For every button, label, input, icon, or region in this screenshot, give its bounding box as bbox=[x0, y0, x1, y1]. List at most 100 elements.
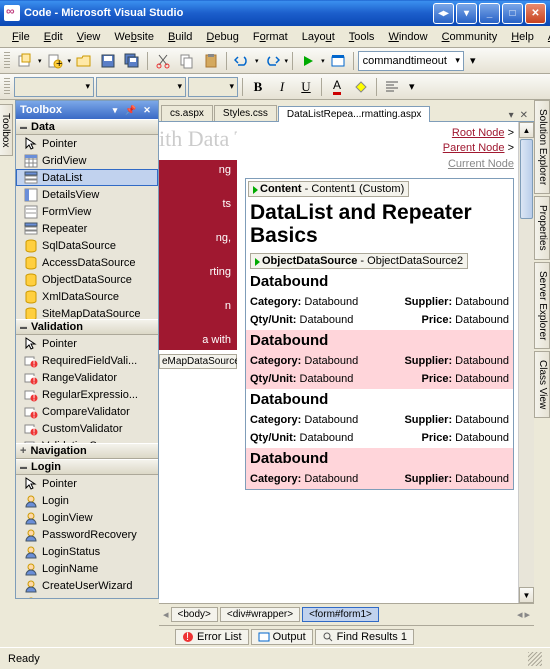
browse-button[interactable] bbox=[327, 50, 349, 72]
doc-tab[interactable]: DataListRepea...rmatting.aspx bbox=[278, 106, 431, 122]
tagnav-item[interactable]: <div#wrapper> bbox=[220, 607, 300, 622]
add-item-button[interactable]: + bbox=[44, 50, 66, 72]
open-button[interactable] bbox=[73, 50, 95, 72]
menu-tools[interactable]: Tools bbox=[343, 29, 381, 45]
toolbox-autohide-tab[interactable]: Toolbox bbox=[0, 104, 13, 156]
bold-button[interactable]: B bbox=[247, 76, 269, 98]
tagnav-scroll-left-icon[interactable]: ◂ bbox=[517, 608, 523, 621]
undo-button[interactable] bbox=[231, 50, 253, 72]
ods-smarttag[interactable]: ObjectDataSource - ObjectDataSource2 bbox=[250, 253, 468, 269]
cut-button[interactable] bbox=[152, 50, 174, 72]
menu-layout[interactable]: Layout bbox=[296, 29, 341, 45]
underline-button[interactable]: U bbox=[295, 76, 317, 98]
toolbox-item-changepassword[interactable]: ChangePassword bbox=[16, 594, 158, 598]
datalist-item[interactable]: DataboundCategory: DataboundSupplier: Da… bbox=[246, 389, 513, 448]
toolbox-item-gridview[interactable]: GridView bbox=[16, 152, 158, 169]
close-button[interactable]: ✕ bbox=[525, 3, 546, 24]
doc-tab[interactable]: cs.aspx bbox=[161, 105, 213, 121]
tab-solution-explorer[interactable]: Solution Explorer bbox=[534, 100, 550, 194]
dropdown-icon[interactable]: ▾ bbox=[68, 57, 72, 65]
dropdown-icon[interactable]: ▾ bbox=[285, 57, 289, 65]
toolbox-item-customvalidator[interactable]: !CustomValidator bbox=[16, 420, 158, 437]
toolbox-item-objectdatasource[interactable]: ObjectDataSource bbox=[16, 271, 158, 288]
menu-format[interactable]: Format bbox=[247, 29, 294, 45]
toolbox-item-rangevalidator[interactable]: !RangeValidator bbox=[16, 369, 158, 386]
minimize-button[interactable]: _ bbox=[479, 3, 500, 24]
redo-button[interactable] bbox=[261, 50, 283, 72]
tab-server-explorer[interactable]: Server Explorer bbox=[534, 262, 550, 349]
font-combo[interactable] bbox=[96, 77, 186, 97]
menu-addins[interactable]: Addins bbox=[542, 29, 550, 45]
toolbox-item-pointer[interactable]: Pointer bbox=[16, 135, 158, 152]
toolbox-item-pointer[interactable]: Pointer bbox=[16, 335, 158, 352]
toolbox-item-comparevalidator[interactable]: !CompareValidator bbox=[16, 403, 158, 420]
scroll-down-icon[interactable]: ▼ bbox=[519, 587, 534, 603]
save-button[interactable] bbox=[97, 50, 119, 72]
toolbox-item-formview[interactable]: FormView bbox=[16, 203, 158, 220]
breadcrumb-parent[interactable]: Parent Node bbox=[443, 142, 505, 154]
paste-button[interactable] bbox=[200, 50, 222, 72]
tab-find-results[interactable]: Find Results 1 bbox=[315, 629, 414, 645]
content-smarttag[interactable]: Content - Content1 (Custom) bbox=[248, 181, 409, 197]
start-button[interactable] bbox=[297, 50, 319, 72]
menu-community[interactable]: Community bbox=[436, 29, 504, 45]
scroll-thumb[interactable] bbox=[520, 139, 533, 219]
dock-button[interactable]: ▾ bbox=[456, 3, 477, 24]
tab-error-list[interactable]: !Error List bbox=[175, 629, 249, 645]
menu-website[interactable]: Website bbox=[108, 29, 160, 45]
toolbox-item-regularexpressio[interactable]: !RegularExpressio... bbox=[16, 386, 158, 403]
menu-view[interactable]: View bbox=[71, 29, 107, 45]
toolbox-section-login[interactable]: Login bbox=[16, 459, 158, 475]
tagnav-prev-icon[interactable]: ◂ bbox=[163, 608, 169, 621]
toolbox-item-loginname[interactable]: LoginName bbox=[16, 560, 158, 577]
toolbar-grip[interactable] bbox=[4, 78, 10, 96]
datalist-item[interactable]: DataboundCategory: DataboundSupplier: Da… bbox=[246, 448, 513, 489]
toolbox-item-xmldatasource[interactable]: XmlDataSource bbox=[16, 288, 158, 305]
menu-build[interactable]: Build bbox=[162, 29, 198, 45]
toolbox-item-repeater[interactable]: Repeater bbox=[16, 220, 158, 237]
menu-edit[interactable]: Edit bbox=[38, 29, 69, 45]
help-button[interactable]: ◂▸ bbox=[433, 3, 454, 24]
breadcrumb-root[interactable]: Root Node bbox=[452, 127, 505, 139]
toolbox-section-validation[interactable]: Validation bbox=[16, 319, 158, 335]
vertical-scrollbar[interactable]: ▲ ▼ bbox=[518, 122, 534, 603]
toolbox-item-passwordrecovery[interactable]: PasswordRecovery bbox=[16, 526, 158, 543]
toolbox-section-data[interactable]: Data bbox=[16, 119, 158, 135]
tab-class-view[interactable]: Class View bbox=[534, 351, 550, 418]
menu-window[interactable]: Window bbox=[382, 29, 433, 45]
toolbox-item-accessdatasource[interactable]: AccessDataSource bbox=[16, 254, 158, 271]
dropdown-icon[interactable]: ▾ bbox=[321, 57, 325, 65]
content-control[interactable]: Content - Content1 (Custom) DataList and… bbox=[245, 178, 514, 490]
resize-grip[interactable] bbox=[528, 652, 542, 666]
datasource-tag[interactable]: eMapDataSource1 bbox=[159, 354, 237, 369]
toolbox-item-sqldatasource[interactable]: SqlDataSource bbox=[16, 237, 158, 254]
active-files-icon[interactable]: ▾ bbox=[507, 110, 516, 121]
toolbox-pin-icon[interactable]: 📌 bbox=[124, 103, 138, 117]
copy-button[interactable] bbox=[176, 50, 198, 72]
backcolor-button[interactable] bbox=[350, 76, 372, 98]
toolbox-item-loginstatus[interactable]: LoginStatus bbox=[16, 543, 158, 560]
toolbox-item-login[interactable]: Login bbox=[16, 492, 158, 509]
tagnav-item[interactable]: <form#form1> bbox=[302, 607, 379, 622]
toolbox-item-loginview[interactable]: LoginView bbox=[16, 509, 158, 526]
find-combo[interactable]: commandtimeout bbox=[358, 51, 464, 71]
scroll-up-icon[interactable]: ▲ bbox=[519, 122, 534, 138]
align-left-button[interactable] bbox=[381, 76, 403, 98]
toolbar-grip[interactable] bbox=[4, 52, 10, 70]
toolbox-section-navigation[interactable]: Navigation bbox=[16, 443, 158, 459]
save-all-button[interactable] bbox=[121, 50, 143, 72]
tagnav-scroll-right-icon[interactable]: ▸ bbox=[524, 608, 530, 621]
close-document-icon[interactable]: ✕ bbox=[518, 110, 530, 121]
tab-properties[interactable]: Properties bbox=[534, 196, 550, 260]
toolbox-item-requiredfieldvali[interactable]: !RequiredFieldVali... bbox=[16, 352, 158, 369]
forecolor-button[interactable]: A bbox=[326, 76, 348, 98]
more-icon[interactable]: ▾ bbox=[466, 54, 480, 67]
italic-button[interactable]: I bbox=[271, 76, 293, 98]
toolbox-dropdown-icon[interactable]: ▾ bbox=[108, 103, 122, 117]
more-icon[interactable]: ▾ bbox=[405, 80, 419, 93]
toolbox-item-pointer[interactable]: Pointer bbox=[16, 475, 158, 492]
style-combo[interactable] bbox=[14, 77, 94, 97]
toolbox-close-icon[interactable]: ✕ bbox=[140, 103, 154, 117]
toolbox-item-detailsview[interactable]: DetailsView bbox=[16, 186, 158, 203]
doc-tab[interactable]: Styles.css bbox=[214, 105, 277, 121]
